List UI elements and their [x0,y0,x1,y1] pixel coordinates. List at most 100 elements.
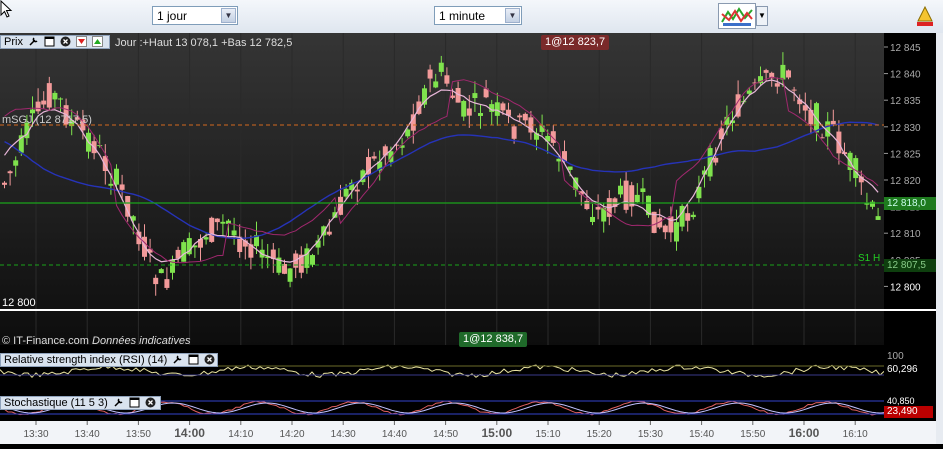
cursor-icon [0,0,13,18]
close-icon[interactable] [60,36,71,47]
candle-body [746,90,752,94]
move-down-icon[interactable] [76,36,88,47]
candle-body [875,216,881,220]
candle-body [326,231,332,235]
rsi-panel-header[interactable]: Relative strength index (RSI) (14) [0,353,218,367]
chart-type-button[interactable] [718,3,756,29]
candle-body [427,69,433,79]
candle-body [354,189,360,192]
candle-body [450,95,455,98]
bottom-order-marker[interactable]: 1@12 838,7 [459,332,528,347]
candle-body [640,188,646,193]
candle-body [46,83,52,108]
price-tick-label: 12 800 [890,282,921,293]
candle-body [209,217,215,242]
candle-body [539,125,545,132]
period-select-value: 1 jour [157,9,188,23]
indicator-label: mSGJ (12 8717,5) [2,114,92,126]
candle-body [164,279,170,288]
interval-select-value: 1 minute [439,9,486,23]
chevron-down-icon[interactable]: ▼ [505,8,520,23]
window-icon[interactable] [129,397,140,408]
close-icon[interactable] [204,354,215,365]
copyright-text: © IT-Finance.com [2,335,89,347]
candle-body [231,230,237,236]
candle-body [338,196,343,215]
candle-body [310,255,315,265]
candle-body [444,75,450,84]
candle-body [674,222,679,242]
candlestick-chart-icon [721,7,753,26]
candle-body [511,126,517,139]
time-tick-label: 15:40 [689,429,714,440]
candle-body [478,113,483,116]
support-label: S1 H [858,253,881,264]
top-order-marker[interactable]: 1@12 823,7 [541,35,610,50]
wrench-icon[interactable] [113,397,124,408]
candle-body [494,102,500,116]
candle-body [780,64,786,80]
time-tick-label: 14:20 [279,429,304,440]
candle-body [662,225,668,233]
time-tick-label: 14:40 [382,429,407,440]
time-tick-label: 16:10 [843,429,868,440]
wrench-icon[interactable] [172,354,183,365]
time-tick-label: 13:40 [75,429,100,440]
time-tick-label: 14:50 [433,429,458,440]
candle-body [371,156,377,159]
candle-body [584,200,590,210]
main-panel-header[interactable]: Prix [0,35,110,49]
alert-icon[interactable] [916,5,934,27]
candle-body [500,103,506,111]
close-icon[interactable] [145,397,156,408]
wrench-icon[interactable] [28,36,39,47]
right-scrollbar[interactable] [936,33,943,444]
time-tick-label: 14:10 [228,429,253,440]
candle-body [153,277,159,285]
stoch-value-bottom: 23,490 [884,406,933,418]
copyright: © IT-Finance.com Données indicatives [2,335,190,347]
support-price-tag: 12 807,5 [884,259,936,272]
price-tick-label: 12 835 [890,96,921,107]
candle-body [13,160,19,166]
candle-body [668,216,674,233]
time-tick-label: 15:20 [587,429,612,440]
time-tick-label: 15:00 [481,426,512,440]
day-range-info: Jour :+Haut 13 078,1 +Bas 12 782,5 [115,37,293,49]
stoch-panel-header[interactable]: Stochastique (11 5 3) [0,396,161,410]
candle-body [472,93,478,99]
candle-body [618,185,623,195]
candle-body [35,101,41,112]
window-icon[interactable] [188,354,199,365]
toolbar: 1 jour ▼ 1 minute ▼ ▼ [0,0,943,34]
move-up-icon[interactable] [92,36,104,47]
window-icon[interactable] [44,36,55,47]
candle-body [517,115,523,118]
time-tick-label: 13:50 [126,429,151,440]
candle-body [220,221,226,224]
candle-body [410,114,416,131]
rsi-value: 60,296 [884,363,933,376]
candle-body [595,207,601,210]
main-panel-background [0,33,884,345]
candle-body [774,83,780,87]
chart-area[interactable]: 12 845 12 840 12 835 12 830 12 825 12 820 12 8… [0,33,943,444]
chevron-down-icon[interactable]: ▼ [221,8,236,23]
candle-body [405,129,411,137]
candle-body [203,237,209,240]
current-price-tag: 12 818,0 [884,197,936,210]
price-chart[interactable]: 12 845 12 840 12 835 12 830 12 825 12 820 12 8… [0,33,943,444]
candle-body [58,98,63,100]
candle-body [181,242,187,262]
period-select[interactable]: 1 jour ▼ [152,6,238,25]
chart-type-dropdown[interactable]: ▼ [756,6,768,26]
price-tick-label: 12 810 [890,229,921,240]
time-tick-label: 15:50 [740,429,765,440]
rsi-panel-label: Relative strength index (RSI) (14) [4,354,168,366]
candle-body [52,92,58,100]
candle-body [791,89,797,91]
interval-select[interactable]: 1 minute ▼ [434,6,522,25]
candle-body [634,194,640,203]
level-label: 12 800 [2,297,36,309]
candle-body [433,81,439,88]
